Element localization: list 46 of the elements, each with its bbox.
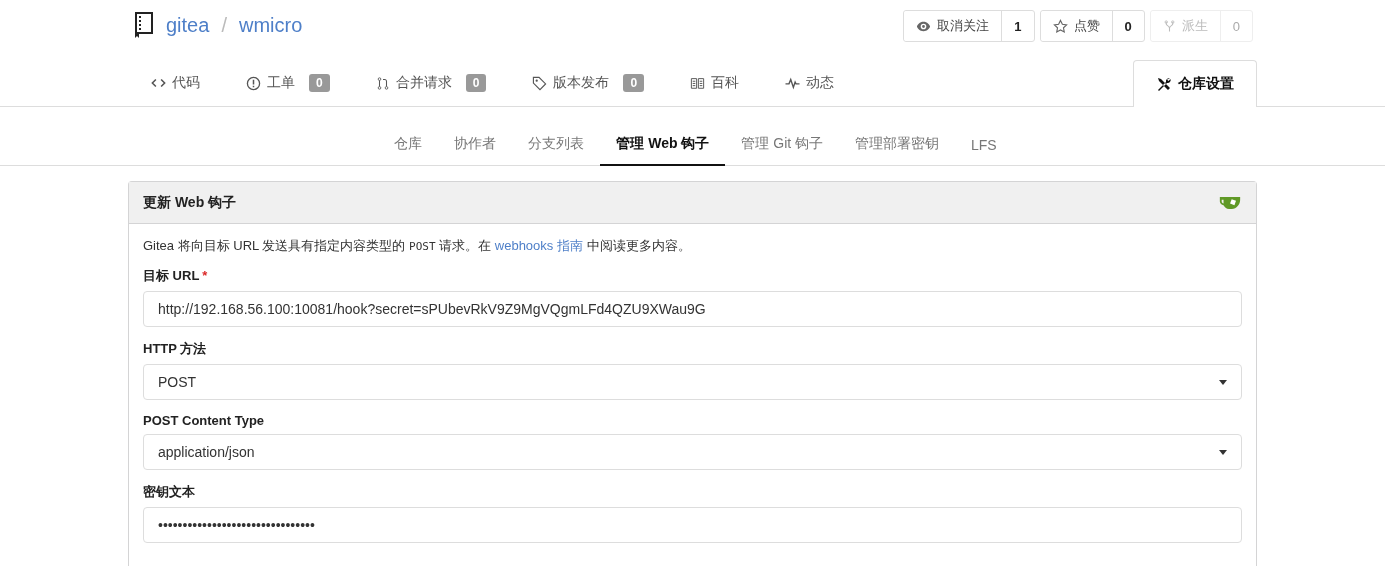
owner-link[interactable]: gitea [166,13,210,37]
teacup-icon [1218,195,1242,210]
repo-tab[interactable]: 版本发布 0 [509,59,668,106]
repo-tab[interactable]: 代码 [128,59,223,106]
settings-tab[interactable]: 协作者 [438,135,513,166]
code-icon [151,76,166,90]
field-label: POST Content Type [143,413,265,428]
settings-tab[interactable]: 管理 Git 钩子 [725,135,840,166]
field-label: 目标 URL [143,268,200,283]
star-icon [1052,18,1068,34]
repo-tab[interactable]: 仓库设置 [1133,60,1257,107]
count-link[interactable]: 0 [1112,11,1144,41]
select-dropdown[interactable]: POST [143,364,1242,400]
count-link[interactable]: 1 [1002,11,1034,41]
fork-icon [1162,18,1176,34]
settings-tab[interactable]: LFS [955,137,1013,166]
settings-tab[interactable]: 仓库 [378,135,439,166]
card-title: 更新 Web 钩子 [143,193,237,212]
repo-name-link[interactable]: wmicro [238,13,303,37]
required-mark: * [202,268,208,283]
caret-icon [1219,449,1227,455]
settings-tab[interactable]: 分支列表 [512,135,601,166]
settings-tab[interactable]: 管理 Web 钩子 [600,135,726,166]
caret-icon [1219,379,1227,385]
watch-button[interactable]: 取消关注 [904,11,1003,41]
repo-tab[interactable]: 合并请求 0 [352,59,510,106]
path-separator: / [221,13,227,37]
pulse-icon [785,76,801,90]
settings-tab[interactable]: 管理部署密钥 [839,135,956,166]
repo-tab[interactable]: 动态 [762,59,858,106]
input-field[interactable]: http://192.168.56.100:10081/hook?secret=sPUbevRkV9Z9MgVQgmLFd4QZU9XWau9G [143,291,1242,327]
repo-tab[interactable]: 工单 0 [223,59,353,106]
tools-icon [1156,76,1172,92]
book-open-icon [690,76,706,90]
field-label: HTTP 方法 [143,341,207,356]
repo-tab[interactable]: 百科 [667,59,763,106]
tag-icon [532,75,548,91]
pull-request-icon [375,75,390,91]
field-label: 密钥文本 [143,484,195,499]
star-button[interactable]: 点赞 [1040,11,1113,41]
book-icon [132,10,156,40]
guide-link[interactable]: webhooks 指南 [494,238,583,253]
select-dropdown[interactable]: application/json [143,434,1242,470]
exclamation-circle-icon [246,75,261,91]
description-text: Gitea 将向目标 URL 发送具有指定内容类型的 POST 请求。在 webhooks 指南 中阅读更多内容。 [143,237,692,255]
input-field[interactable]: •••••••••••••••••••••••••••••••• [143,507,1242,543]
